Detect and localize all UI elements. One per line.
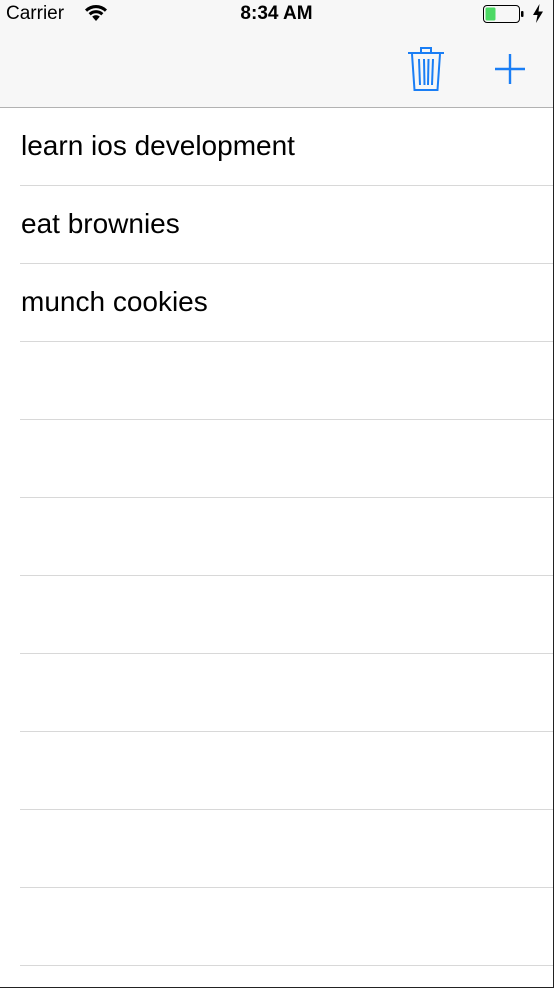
row-label: munch cookies [21,286,208,317]
charging-bolt-icon [532,4,544,23]
table-row[interactable] [20,342,553,420]
status-bar: Carrier 8:34 AM [0,0,553,30]
table-row[interactable]: eat brownies [20,186,553,264]
trash-icon [408,47,444,91]
row-label: eat brownies [21,208,180,239]
todo-table: learn ios development eat brownies munch… [0,108,553,966]
app-screen: Carrier 8:34 AM learn ios development ea… [0,0,554,988]
battery-icon [483,4,525,24]
plus-icon [495,54,525,84]
navigation-bar [0,30,553,108]
table-row[interactable] [20,420,553,498]
table-row[interactable] [20,810,553,888]
table-row[interactable] [20,576,553,654]
add-button[interactable] [488,48,532,92]
table-row[interactable]: learn ios development [20,108,553,186]
status-time: 8:34 AM [240,3,313,24]
row-label: learn ios development [21,130,295,161]
table-row[interactable] [20,654,553,732]
table-row[interactable]: munch cookies [20,264,553,342]
delete-button[interactable] [404,44,448,94]
table-row[interactable] [20,732,553,810]
table-row[interactable] [20,498,553,576]
table-row[interactable] [20,888,553,966]
